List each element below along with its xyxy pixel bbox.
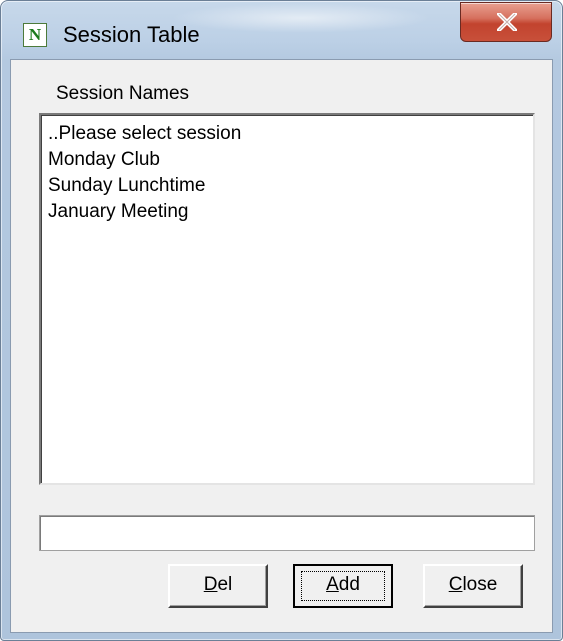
- list-item[interactable]: Monday Club: [48, 147, 533, 173]
- del-mnemonic: D: [203, 574, 218, 595]
- title-bar[interactable]: N Session Table: [1, 1, 562, 59]
- app-icon: N: [23, 23, 47, 47]
- del-button[interactable]: Del: [168, 564, 268, 608]
- close-mnemonic: C: [448, 574, 463, 595]
- list-item[interactable]: January Meeting: [48, 199, 533, 225]
- list-item[interactable]: ..Please select session: [48, 121, 533, 147]
- del-label-rest: el: [217, 574, 233, 595]
- session-names-label: Session Names: [56, 83, 190, 104]
- add-mnemonic: A: [326, 574, 339, 595]
- close-x-icon: [497, 13, 517, 31]
- close-label-rest: lose: [462, 574, 498, 595]
- window-title: Session Table: [63, 22, 200, 47]
- add-button[interactable]: Add: [293, 564, 393, 608]
- session-table-window: N Session Table Session Names ..Please s…: [0, 0, 563, 641]
- add-label-rest: dd: [338, 574, 360, 595]
- session-listbox[interactable]: ..Please select session Monday Club Sund…: [39, 113, 535, 485]
- session-name-input[interactable]: [39, 515, 535, 551]
- dialog-client-area: Session Names ..Please select session Mo…: [10, 59, 553, 633]
- close-button[interactable]: Close: [423, 564, 523, 608]
- list-item[interactable]: Sunday Lunchtime: [48, 173, 533, 199]
- window-close-button[interactable]: [460, 2, 552, 42]
